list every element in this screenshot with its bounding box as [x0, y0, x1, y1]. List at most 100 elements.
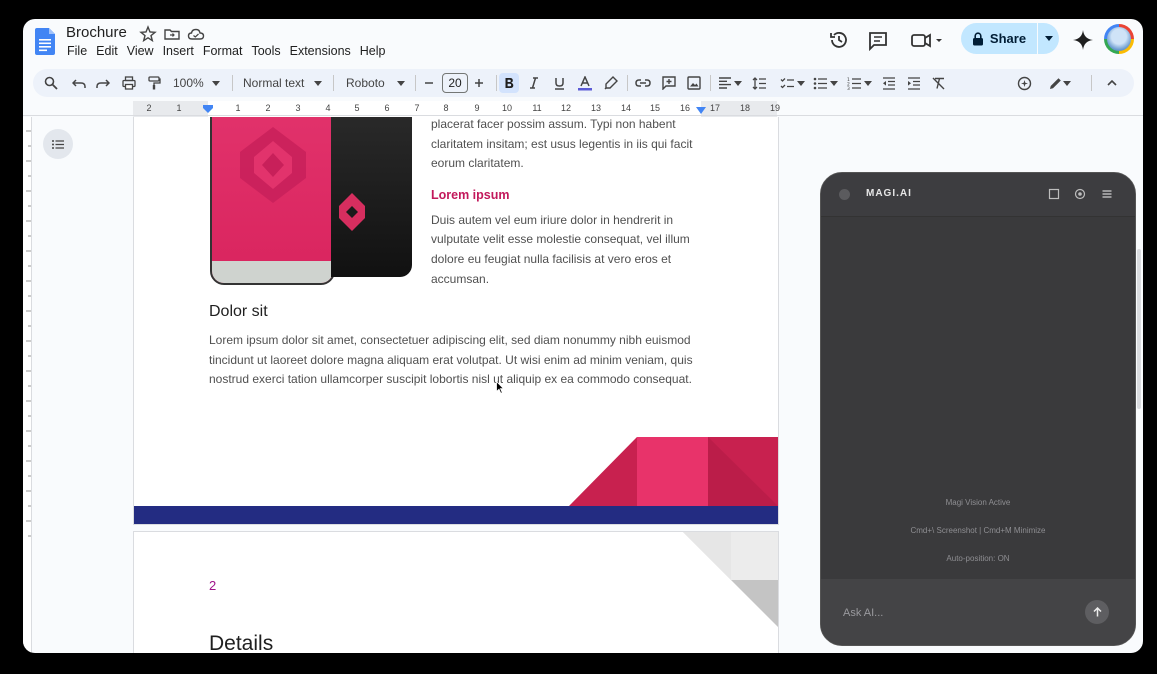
corner-gray-shapes [683, 532, 778, 627]
clear-formatting-icon[interactable] [930, 73, 948, 93]
details-heading: Details [209, 632, 273, 653]
paragraph-top: placerat facer possim assum. Typi non ha… [431, 117, 701, 174]
magi-header: MAGI.AI [821, 173, 1135, 217]
magi-status-dot[interactable] [839, 189, 850, 200]
editing-mode-chevron-icon[interactable] [1062, 73, 1072, 93]
paint-format-icon[interactable] [144, 73, 164, 93]
collapse-menus-chevron-up-icon[interactable] [1102, 73, 1122, 93]
magi-title: MAGI.AI [866, 188, 912, 199]
magi-window-icon[interactable] [1048, 188, 1060, 200]
magi-input-area: Ask AI... [821, 579, 1135, 645]
zoom-value: 100% [173, 76, 204, 90]
account-avatar[interactable] [1104, 24, 1134, 54]
magi-record-icon[interactable] [1074, 188, 1086, 200]
insert-link-icon[interactable] [633, 73, 653, 93]
add-comment-icon[interactable] [659, 73, 679, 93]
bold-icon[interactable] [499, 73, 519, 93]
left-indent-marker[interactable] [202, 105, 214, 113]
magi-status-shortcuts: Cmd+\ Screenshot | Cmd+M Minimize [821, 526, 1135, 535]
paragraph-pink-section: Duis autem vel eum iriure dolor in hendr… [431, 211, 701, 289]
footer-geometric-shapes [134, 437, 778, 507]
bulleted-list-icon[interactable] [811, 73, 829, 93]
align-left-icon[interactable] [715, 73, 735, 93]
docs-logo-icon[interactable] [35, 28, 55, 55]
share-label: Share [990, 31, 1026, 46]
pink-phone-image [210, 117, 335, 285]
vertical-ruler[interactable] [23, 117, 32, 653]
menu-file[interactable]: File [67, 43, 92, 59]
arrow-up-icon [1093, 607, 1102, 617]
editing-mode-smart-icon[interactable] [1014, 73, 1034, 93]
magi-ai-panel: MAGI.AI Magi Vision Active Cmd+\ Screens… [820, 172, 1136, 646]
red-diamond-logo [339, 193, 365, 231]
document-page-1[interactable]: placerat facer possim assum. Typi non ha… [133, 117, 779, 525]
blue-footer-band [134, 506, 778, 524]
numbered-list-dropdown-chevron-icon[interactable] [863, 73, 873, 93]
italic-icon[interactable] [525, 73, 543, 93]
decrease-indent-icon[interactable] [880, 73, 898, 93]
formatting-toolbar: 100% Normal text Roboto 20 [33, 69, 1134, 97]
comments-icon[interactable] [866, 28, 890, 52]
redo-icon[interactable] [93, 73, 113, 93]
print-icon[interactable] [119, 73, 139, 93]
mouse-cursor-icon [496, 381, 504, 394]
checklist-icon[interactable] [778, 73, 796, 93]
menu-edit[interactable]: Edit [96, 43, 123, 59]
bulleted-list-dropdown-chevron-icon[interactable] [829, 73, 839, 93]
cloud-saved-icon[interactable] [187, 25, 205, 43]
insert-image-icon[interactable] [684, 73, 704, 93]
star-icon[interactable] [139, 25, 157, 43]
share-dropdown[interactable] [1038, 23, 1059, 54]
font-family-select[interactable]: Roboto [346, 73, 396, 93]
menu-extensions[interactable]: Extensions [290, 43, 356, 59]
right-indent-marker[interactable] [695, 107, 707, 114]
align-dropdown-chevron-icon[interactable] [733, 73, 743, 93]
share-button[interactable]: Share [961, 23, 1059, 54]
magi-ask-input[interactable]: Ask AI... [843, 607, 883, 619]
highlight-color-icon[interactable] [602, 73, 620, 93]
paragraph-style-value: Normal text [243, 76, 304, 90]
menu-help[interactable]: Help [360, 43, 391, 59]
menu-bar: File Edit View Insert Format Tools Exten… [67, 43, 395, 59]
menu-tools[interactable]: Tools [251, 43, 285, 59]
move-folder-icon[interactable] [163, 25, 181, 43]
font-dropdown-chevron-icon[interactable] [396, 73, 406, 93]
svg-text:3: 3 [847, 86, 850, 90]
line-spacing-icon[interactable] [749, 73, 769, 93]
title-bar: Brochure File Edit View Insert Format To… [23, 19, 1143, 67]
meet-icon[interactable] [909, 28, 945, 52]
vertical-scrollbar[interactable] [1137, 249, 1141, 409]
zoom-dropdown-chevron-icon[interactable] [211, 73, 221, 93]
page-number: 2 [209, 578, 216, 593]
menu-view[interactable]: View [127, 43, 159, 59]
document-outline-button[interactable] [43, 129, 73, 159]
numbered-list-icon[interactable]: 123 [845, 73, 863, 93]
font-size-input[interactable]: 20 [442, 73, 468, 93]
menu-insert[interactable]: Insert [163, 43, 199, 59]
increase-indent-icon[interactable] [905, 73, 923, 93]
pink-diamond-pattern [240, 127, 306, 203]
section-paragraph: Lorem ipsum dolor sit amet, consectetuer… [209, 331, 699, 390]
pink-subheading: Lorem ipsum [431, 188, 701, 202]
black-phone-image [331, 117, 412, 277]
text-color-icon[interactable] [576, 73, 594, 93]
document-title[interactable]: Brochure [66, 24, 127, 41]
right-text-column: placerat facer possim assum. Typi non ha… [431, 117, 701, 289]
document-page-2[interactable]: 2 Details [133, 531, 779, 653]
undo-icon[interactable] [69, 73, 89, 93]
lock-icon [972, 32, 984, 46]
share-main[interactable]: Share [961, 23, 1037, 54]
version-history-icon[interactable] [827, 28, 851, 52]
decrease-font-size-icon[interactable] [421, 73, 437, 93]
style-dropdown-chevron-icon[interactable] [313, 73, 323, 93]
underline-icon[interactable] [550, 73, 568, 93]
increase-font-size-icon[interactable] [471, 73, 487, 93]
checklist-dropdown-chevron-icon[interactable] [796, 73, 806, 93]
gemini-sparkle-icon[interactable] [1071, 28, 1095, 52]
paragraph-style-select[interactable]: Normal text [243, 73, 313, 93]
search-menus-icon[interactable] [41, 73, 61, 93]
magi-send-button[interactable] [1085, 600, 1109, 624]
magi-menu-icon[interactable] [1101, 188, 1113, 200]
chevron-down-icon [1045, 36, 1053, 41]
menu-format[interactable]: Format [203, 43, 248, 59]
